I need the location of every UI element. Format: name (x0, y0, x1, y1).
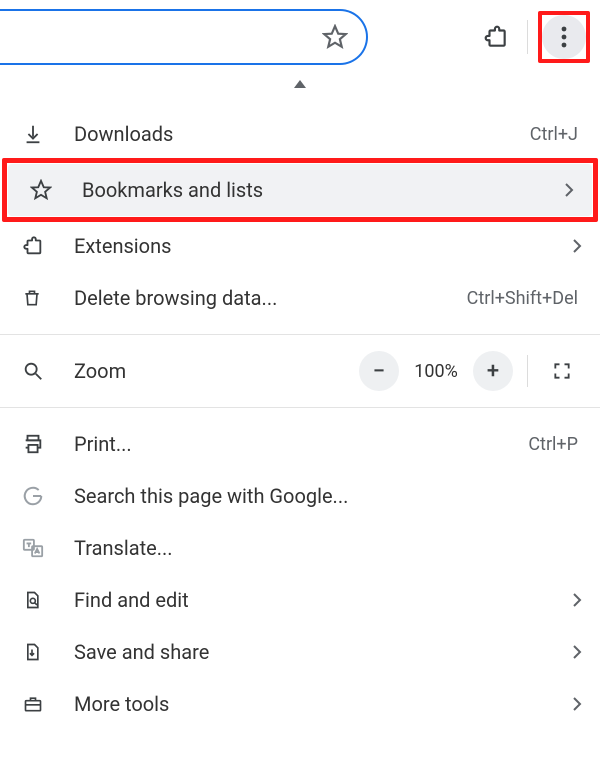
menu-separator (0, 334, 600, 335)
menu-item-print[interactable]: Print... Ctrl+P (0, 418, 600, 470)
menu-item-extensions[interactable]: Extensions (0, 220, 600, 272)
fullscreen-icon (552, 361, 572, 381)
google-icon (22, 485, 74, 507)
menu-item-more-tools[interactable]: More tools (0, 678, 600, 730)
star-icon (30, 179, 82, 201)
caret-up-icon (293, 79, 307, 89)
menu-item-find-edit[interactable]: Find and edit (0, 574, 600, 626)
bookmark-star-icon[interactable] (322, 24, 348, 50)
menu-item-bookmarks[interactable]: Bookmarks and lists (8, 164, 592, 216)
menu-item-label: Translate... (74, 536, 582, 560)
menu-item-label: Bookmarks and lists (82, 178, 554, 202)
toolbox-icon (22, 694, 74, 714)
puzzle-icon (22, 235, 74, 257)
menu-item-bookmarks-highlight: Bookmarks and lists (8, 164, 592, 216)
menu-item-zoom: Zoom − 100% + (0, 345, 600, 397)
kebab-icon (561, 25, 567, 49)
menu-item-translate[interactable]: Translate... (0, 522, 600, 574)
magnifier-icon (22, 360, 74, 382)
more-button-highlight (538, 11, 590, 63)
translate-icon (22, 537, 74, 559)
menu-separator (0, 407, 600, 408)
menu-item-label: Search this page with Google... (74, 484, 582, 508)
menu-item-label: Print... (74, 432, 528, 456)
download-icon (22, 123, 74, 145)
menu-item-label: Delete browsing data... (74, 286, 467, 310)
trash-icon (22, 287, 74, 309)
menu-item-label: Save and share (74, 640, 562, 664)
chevron-right-icon (562, 644, 582, 660)
menu-item-search-page[interactable]: Search this page with Google... (0, 470, 600, 522)
menu-item-delete-browsing-data[interactable]: Delete browsing data... Ctrl+Shift+Del (0, 272, 600, 324)
file-download-icon (22, 641, 74, 663)
menu-item-label: Find and edit (74, 588, 562, 612)
toolbar-separator (527, 20, 528, 54)
menu-item-shortcut: Ctrl+J (530, 124, 578, 145)
chevron-right-icon (562, 592, 582, 608)
zoom-out-button[interactable]: − (359, 351, 399, 391)
menu-item-save-share[interactable]: Save and share (0, 626, 600, 678)
extensions-button[interactable] (475, 16, 517, 58)
browser-toolbar (0, 0, 600, 74)
menu-item-shortcut: Ctrl+P (528, 434, 578, 455)
zoom-level: 100% (407, 361, 465, 382)
menu-item-label: Extensions (74, 234, 562, 258)
menu-item-shortcut: Ctrl+Shift+Del (467, 288, 578, 309)
chrome-menu: Downloads Ctrl+J Bookmarks and lists Ext… (0, 94, 600, 730)
menu-item-label: More tools (74, 692, 562, 716)
chevron-right-icon (562, 238, 582, 254)
fullscreen-button[interactable] (542, 351, 582, 391)
document-search-icon (22, 589, 74, 611)
printer-icon (22, 433, 74, 455)
menu-collapse-caret[interactable] (0, 74, 600, 94)
chevron-right-icon (562, 696, 582, 712)
omnibox[interactable] (0, 9, 368, 65)
menu-item-label: Downloads (74, 122, 530, 146)
zoom-separator (527, 355, 528, 387)
zoom-in-button[interactable]: + (473, 351, 513, 391)
menu-item-label: Zoom (74, 359, 359, 383)
more-button[interactable] (542, 15, 586, 59)
menu-item-downloads[interactable]: Downloads Ctrl+J (0, 108, 600, 160)
chevron-right-icon (554, 182, 574, 198)
